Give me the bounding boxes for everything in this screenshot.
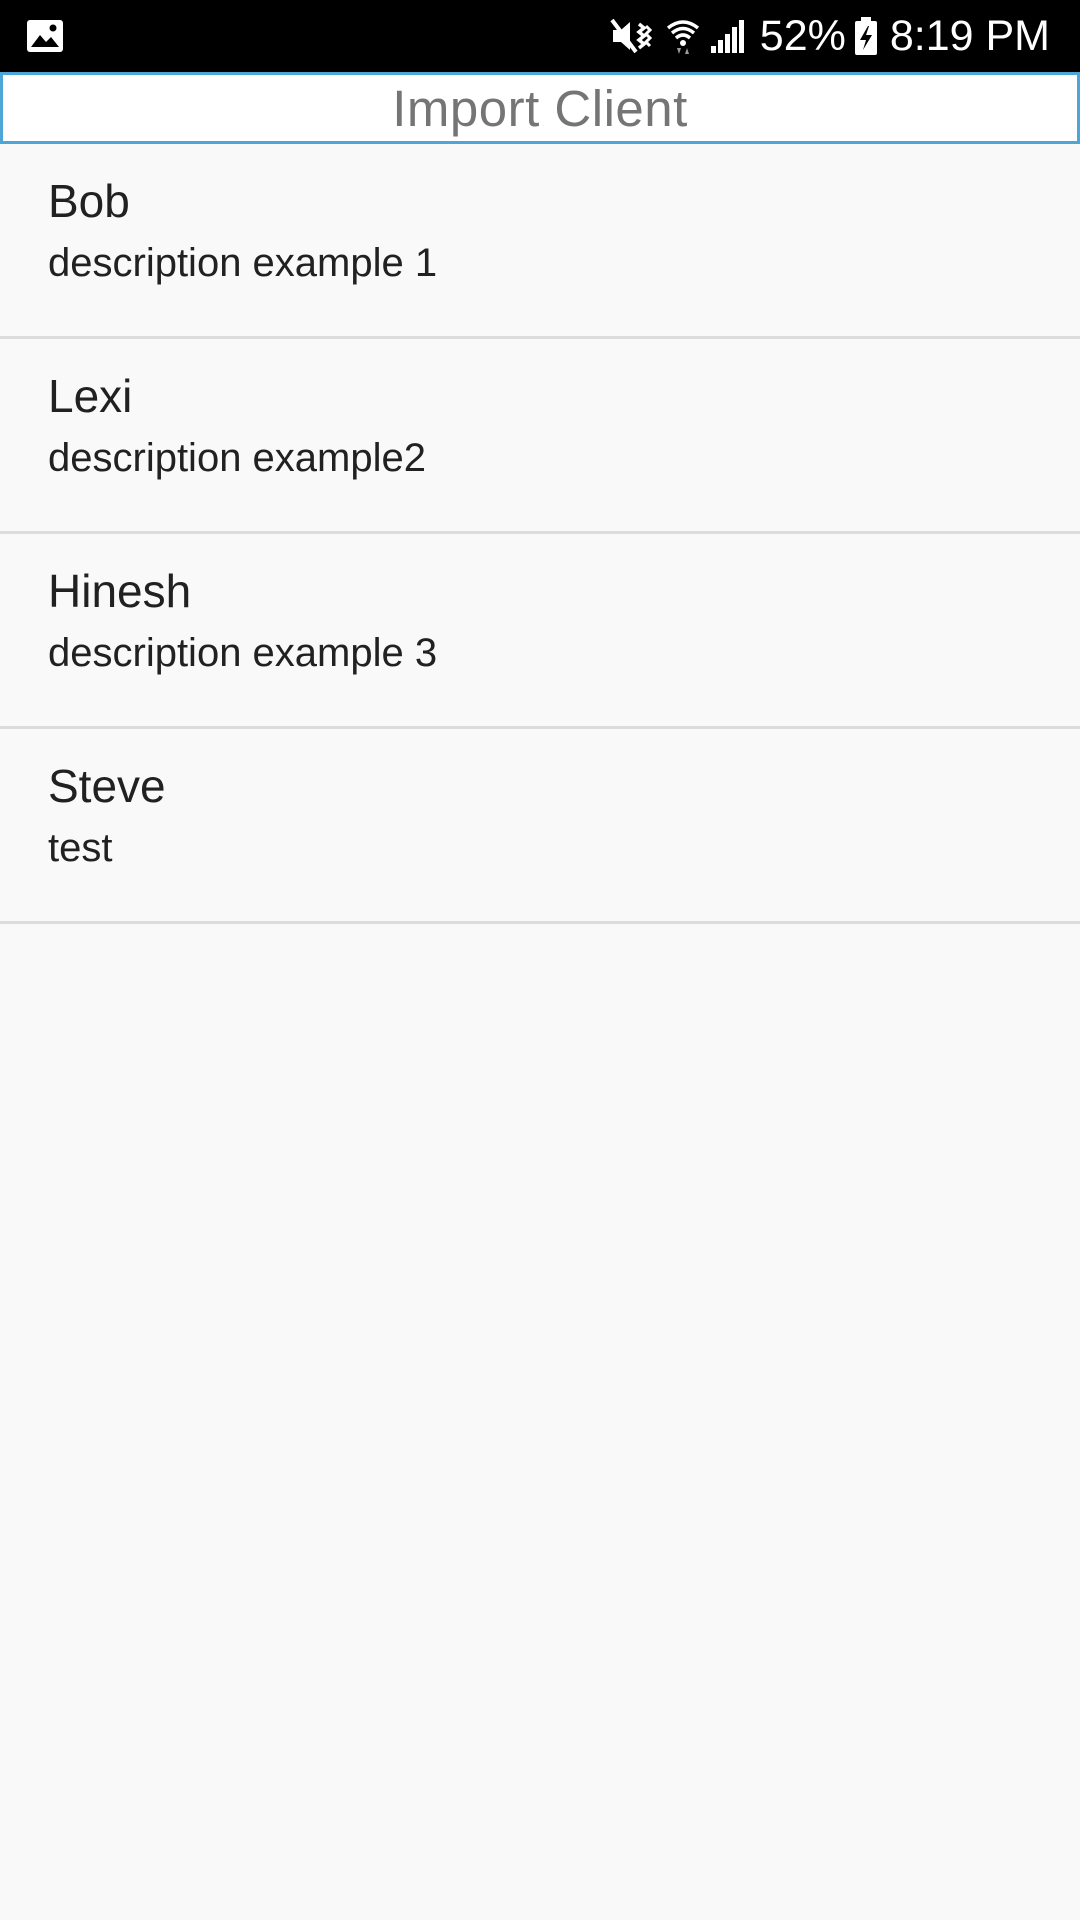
header-bar: Import Client: [0, 72, 1080, 144]
client-name: Bob: [48, 175, 130, 227]
client-description: description example 3: [48, 631, 438, 675]
battery-percent: 52%: [759, 12, 846, 60]
client-description: test: [48, 826, 113, 870]
list-item-client-hinesh[interactable]: Hinesh description example 3: [0, 534, 1080, 729]
client-name: Lexi: [48, 370, 133, 422]
status-icons: 52% 8:19 PM: [610, 0, 1050, 72]
wifi-icon: [666, 16, 700, 56]
list-item-client-bob[interactable]: Bob description example 1: [0, 144, 1080, 339]
client-description: description example2: [48, 436, 426, 480]
image-notification-icon: [26, 18, 64, 54]
client-name: Steve: [48, 760, 166, 812]
client-name: Hinesh: [48, 565, 192, 617]
page-title: Import Client: [392, 79, 688, 137]
list-item-client-steve[interactable]: Steve test: [0, 729, 1080, 924]
signal-icon: [710, 18, 748, 54]
clock: 8:19 PM: [889, 12, 1050, 60]
list-item-client-lexi[interactable]: Lexi description example2: [0, 339, 1080, 534]
mute-vibrate-icon: [610, 16, 652, 56]
status-bar: 52% 8:19 PM: [0, 0, 1080, 72]
battery-charging-icon: [854, 16, 878, 56]
client-list: Bob description example 1 Lexi descripti…: [0, 144, 1080, 924]
client-description: description example 1: [48, 241, 438, 285]
